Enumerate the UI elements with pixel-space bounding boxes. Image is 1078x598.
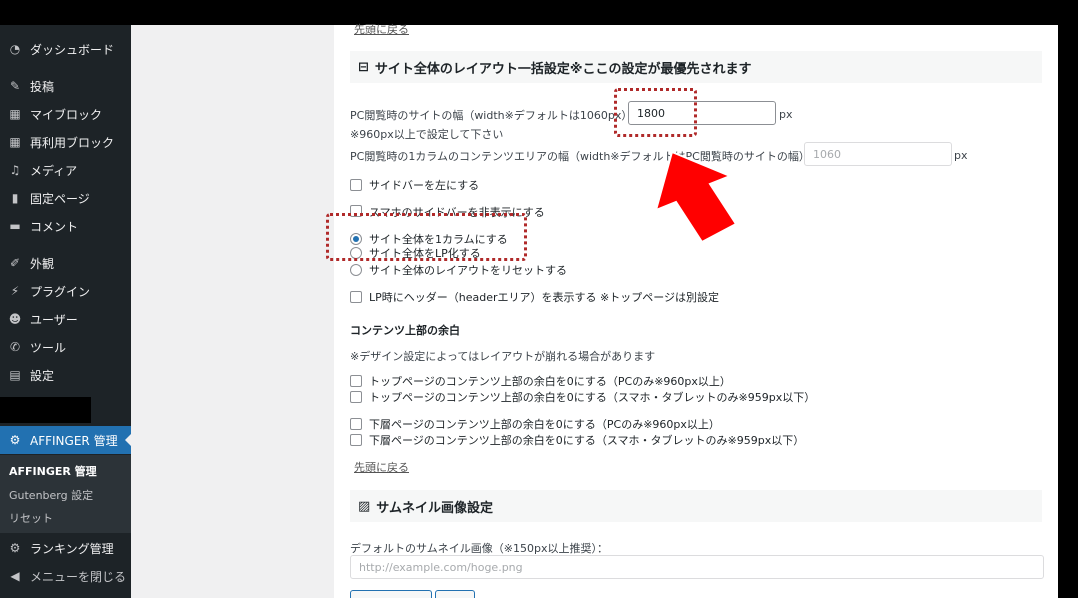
sidebar-item-label: マイブロック — [30, 107, 103, 122]
sidebar-item-pages[interactable]: ▮ 固定ページ — [0, 186, 131, 210]
sidebar-item-comments[interactable]: ▬ コメント — [0, 214, 131, 238]
top-margin-pc-checkbox[interactable] — [350, 375, 362, 387]
image-icon: ▨ — [358, 498, 371, 514]
sub-margin-sp-checkbox[interactable] — [350, 434, 362, 446]
pointer-arrow-icon — [654, 152, 738, 242]
gear-icon: ⚙ — [9, 541, 21, 555]
sidebar-item-users[interactable]: ☻ ユーザー — [0, 307, 131, 331]
sidebar-item-label: 外観 — [30, 256, 55, 271]
lp-header-checkbox[interactable] — [350, 291, 362, 303]
layout-icon: ⊟ — [358, 59, 369, 75]
dashboard-icon: ◔ — [9, 42, 21, 56]
content-margin-note: ※デザイン設定によってはレイアウトが崩れる場合があります — [350, 350, 656, 363]
sidebar-item-label: ユーザー — [30, 312, 78, 327]
top-black-bar — [0, 0, 1078, 25]
plugin-icon: ⚡ — [10, 284, 20, 298]
clear-button[interactable] — [435, 590, 475, 598]
layout-reset-label: サイト全体のレイアウトをリセットする — [369, 264, 567, 277]
gear-icon: ⚙ — [9, 433, 21, 447]
back-to-top-link[interactable]: 先頭に戻る — [354, 21, 409, 37]
sidebar-item-label: 設定 — [30, 368, 55, 383]
sidebar-item-label: プラグイン — [30, 284, 91, 299]
default-thumbnail-input[interactable]: http://example.com/hoge.png — [350, 555, 1044, 579]
comment-icon: ▬ — [9, 219, 21, 233]
highlight-width-input — [614, 88, 697, 137]
submenu-item-reset[interactable]: リセット — [9, 510, 53, 526]
sub-margin-sp-label: 下層ページのコンテンツ上部の余白を0にする（スマホ・タブレットのみ※959px以… — [369, 434, 805, 447]
default-thumbnail-label: デフォルトのサムネイル画像（※150px以上推奨）： — [350, 542, 608, 555]
sidebar-item-label: ツール — [30, 340, 67, 355]
sidebar-item-label: メディア — [30, 163, 78, 178]
site-width-unit: px — [779, 108, 793, 121]
user-icon: ☻ — [8, 312, 22, 326]
back-to-top-link[interactable]: 先頭に戻る — [354, 459, 409, 475]
sidebar-item-dashboard[interactable]: ◔ ダッシュボード — [0, 37, 131, 61]
sidebar-item-plugins[interactable]: ⚡ プラグイン — [0, 279, 131, 303]
sidebar-item-tools[interactable]: ✆ ツール — [0, 335, 131, 359]
sidebar-left-label: サイドバーを左にする — [369, 179, 480, 192]
layout-reset-radio[interactable] — [350, 264, 362, 276]
section-title: サイト全体のレイアウト一括設定※ここの設定が最優先されます — [374, 61, 752, 77]
active-indicator — [125, 434, 131, 446]
sidebar-item-posts[interactable]: ✎ 投稿 — [0, 74, 131, 98]
sidebar-item-label: コメント — [30, 219, 79, 234]
right-black-bar — [1058, 25, 1078, 598]
blocks-icon: ▦ — [9, 135, 21, 149]
top-margin-sp-checkbox[interactable] — [350, 391, 362, 403]
sub-margin-pc-label: 下層ページのコンテンツ上部の余白を0にする（PCのみ※960px以上） — [369, 418, 720, 431]
sidebar-left-checkbox[interactable] — [350, 179, 362, 191]
pin-icon: ✎ — [9, 79, 21, 93]
sidebar-item-label: メニューを閉じる — [30, 569, 127, 584]
highlight-one-column-option — [326, 213, 527, 261]
sidebar-item-label: ランキング管理 — [30, 541, 114, 556]
top-margin-sp-label: トップページのコンテンツ上部の余白を0にする（スマホ・タブレットのみ※959px… — [369, 391, 816, 404]
brush-icon: ✐ — [9, 256, 21, 270]
sidebar-item-appearance[interactable]: ✐ 外観 — [0, 251, 131, 275]
sidebar-item-label: ダッシュボード — [30, 42, 115, 57]
sidebar-item-media[interactable]: ♫ メディア — [0, 158, 131, 182]
collapse-menu-button[interactable]: ◀ メニューを閉じる — [0, 564, 131, 588]
top-margin-pc-label: トップページのコンテンツ上部の余白を0にする（PCのみ※960px以上） — [369, 375, 731, 388]
one-column-width-input[interactable]: 1060 — [804, 142, 952, 166]
media-icon: ♫ — [9, 163, 21, 177]
sidebar-item-settings[interactable]: ▤ 設定 — [0, 363, 131, 387]
lp-header-label: LP時にヘッダー（headerエリア）を表示する ※トップページは別設定 — [369, 291, 720, 304]
upload-button[interactable] — [350, 590, 432, 598]
sidebar-item-label: AFFINGER 管理 — [30, 433, 118, 448]
blocks-icon: ▦ — [9, 107, 21, 121]
sidebar-item-ranking[interactable]: ⚙ ランキング管理 — [0, 536, 131, 560]
submenu-item-gutenberg[interactable]: Gutenberg 設定 — [9, 487, 93, 503]
wrench-icon: ✆ — [9, 340, 21, 354]
sidebar-item-label: 固定ページ — [30, 191, 90, 206]
sidebar-item-reusable-blocks[interactable]: ▦ 再利用ブロック — [0, 130, 131, 154]
sidebar-gap — [0, 397, 91, 423]
submenu-item-affinger[interactable]: AFFINGER 管理 — [9, 463, 97, 479]
collapse-icon: ◀ — [10, 569, 20, 583]
sidebar-item-label: 再利用ブロック — [30, 135, 115, 150]
sidebar-item-affinger[interactable]: ⚙ AFFINGER 管理 — [0, 426, 131, 454]
one-column-width-unit: px — [954, 149, 968, 162]
content-margin-heading: コンテンツ上部の余白 — [350, 324, 460, 337]
section-title: サムネイル画像設定 — [376, 500, 494, 516]
affinger-submenu: AFFINGER 管理 Gutenberg 設定 リセット — [0, 455, 131, 533]
page-icon: ▮ — [11, 191, 19, 205]
settings-icon: ▤ — [9, 368, 21, 382]
sidebar-item-label: 投稿 — [30, 79, 55, 94]
admin-sidebar: ◔ ダッシュボード ✎ 投稿 ▦ マイブロック ▦ 再利用ブロック ♫ メディア… — [0, 25, 131, 598]
sidebar-item-my-blocks[interactable]: ▦ マイブロック — [0, 102, 131, 126]
layout-section-header: ⊟ サイト全体のレイアウト一括設定※ここの設定が最優先されます — [350, 51, 1042, 83]
thumbnail-section-header: ▨ サムネイル画像設定 — [350, 490, 1042, 522]
site-width-note: ※960px以上で設定して下さい — [350, 128, 504, 141]
site-width-label: PC閲覧時のサイトの幅（width※デフォルトは1060px）： — [350, 109, 638, 122]
sub-margin-pc-checkbox[interactable] — [350, 418, 362, 430]
